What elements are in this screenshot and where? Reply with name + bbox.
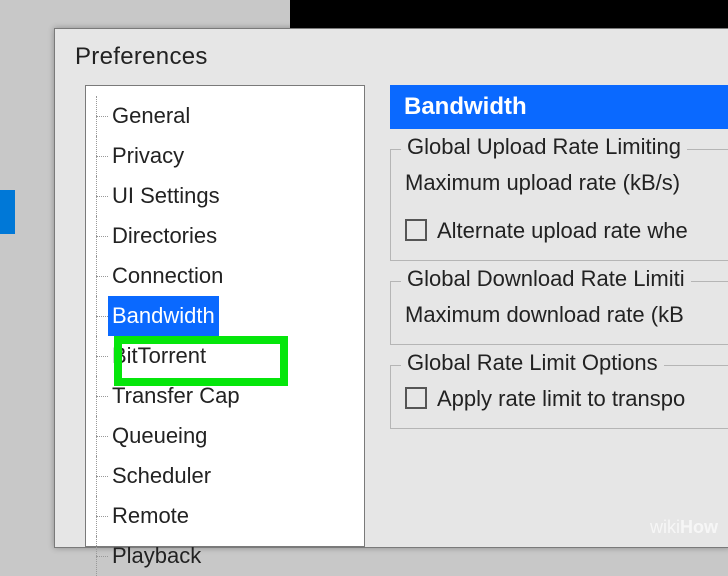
tree-item-bandwidth[interactable]: Bandwidth (108, 296, 364, 336)
tree-item-scheduler[interactable]: Scheduler (108, 456, 364, 496)
tree-item-label: UI Settings (108, 176, 224, 216)
upload-legend: Global Upload Rate Limiting (401, 134, 687, 160)
max-download-label: Maximum download rate (kB (405, 302, 718, 328)
max-upload-label: Maximum upload rate (kB/s) (405, 170, 718, 196)
preferences-window: Preferences General Privacy UI Settings … (54, 28, 728, 548)
alt-upload-label: Alternate upload rate whe (437, 218, 688, 243)
tree-item-label: Directories (108, 216, 221, 256)
apply-limit-checkbox[interactable] (405, 387, 427, 409)
download-legend: Global Download Rate Limiti (401, 266, 691, 292)
tree-item-label: Transfer Cap (108, 376, 244, 416)
tree-item-transfer-cap[interactable]: Transfer Cap (108, 376, 364, 416)
tree-item-playback[interactable]: Playback (108, 536, 364, 576)
apply-limit-label: Apply rate limit to transpo (437, 386, 685, 411)
window-title: Preferences (75, 43, 208, 71)
tree-item-directories[interactable]: Directories (108, 216, 364, 256)
watermark: wikiHow (650, 517, 718, 538)
tree-item-connection[interactable]: Connection (108, 256, 364, 296)
tree-item-label: Privacy (108, 136, 188, 176)
global-legend: Global Rate Limit Options (401, 350, 664, 376)
panel-header: Bandwidth (390, 85, 728, 129)
upload-group: Global Upload Rate Limiting Maximum uplo… (390, 149, 728, 261)
tree-item-privacy[interactable]: Privacy (108, 136, 364, 176)
download-group: Global Download Rate Limiti Maximum down… (390, 281, 728, 345)
tree-item-label: BitTorrent (108, 336, 210, 376)
tree-item-ui-settings[interactable]: UI Settings (108, 176, 364, 216)
alt-upload-checkbox[interactable] (405, 219, 427, 241)
tree-item-queueing[interactable]: Queueing (108, 416, 364, 456)
tree-item-label: Scheduler (108, 456, 215, 496)
tree-item-general[interactable]: General (108, 96, 364, 136)
tree-item-remote[interactable]: Remote (108, 496, 364, 536)
tree-item-label: Queueing (108, 416, 211, 456)
tree-item-label: Connection (108, 256, 227, 296)
tree-item-label: Playback (108, 536, 205, 576)
tree-item-label: Remote (108, 496, 193, 536)
tree-item-bittorrent[interactable]: BitTorrent (108, 336, 364, 376)
settings-panel: Bandwidth Global Upload Rate Limiting Ma… (390, 85, 728, 547)
global-group: Global Rate Limit Options Apply rate lim… (390, 365, 728, 429)
tree-item-label: Bandwidth (108, 296, 219, 336)
tree-item-label: General (108, 96, 194, 136)
category-tree: General Privacy UI Settings Directories … (85, 85, 365, 547)
